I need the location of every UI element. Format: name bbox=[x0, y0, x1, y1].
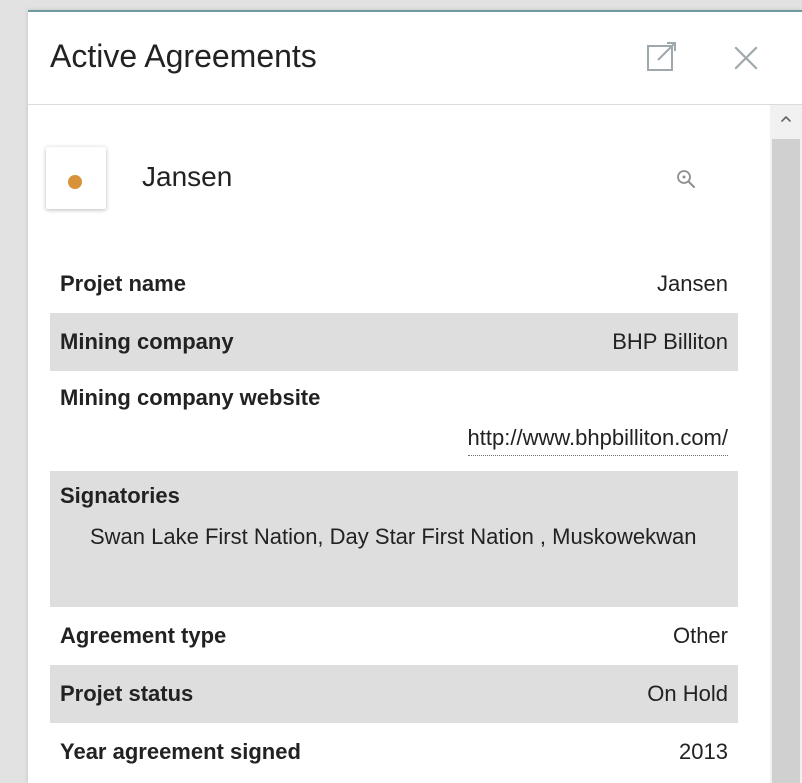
detail-row-year-signed: Year agreement signed 2013 bbox=[50, 723, 738, 781]
project-title: Jansen bbox=[142, 161, 233, 192]
detail-value: Jansen bbox=[657, 271, 728, 296]
detail-label: Projet status bbox=[60, 681, 194, 706]
close-button[interactable] bbox=[724, 36, 768, 80]
detail-value: Other bbox=[672, 623, 728, 648]
panel-content: Jansen Projet name Jansen Mining company… bbox=[28, 105, 770, 783]
detail-row-agreement-type: Agreement type Other bbox=[50, 607, 738, 665]
website-link[interactable]: http://www.bhpbilliton.com/ bbox=[467, 425, 728, 456]
detail-label: Signatories bbox=[60, 483, 180, 508]
signatories-list: Swan Lake First Nation, Day Star First N… bbox=[90, 524, 697, 549]
detail-label: Year agreement signed bbox=[60, 739, 301, 764]
agreement-details: Projet name Jansen Mining company BHP Bi… bbox=[50, 255, 738, 781]
detail-row-signatories: Signatories Swan Lake First Nation, Day … bbox=[50, 471, 738, 607]
vertical-scrollbar[interactable] bbox=[770, 105, 802, 783]
detail-value: 2013 bbox=[679, 739, 728, 764]
close-icon bbox=[734, 46, 758, 70]
detail-label: Mining company bbox=[60, 329, 234, 354]
chevron-up-icon[interactable] bbox=[780, 113, 792, 125]
detail-label: Mining company website bbox=[60, 385, 321, 410]
scrollbar-thumb[interactable] bbox=[772, 139, 800, 783]
expand-icon bbox=[647, 42, 676, 71]
detail-value: BHP Billiton bbox=[612, 329, 728, 354]
project-marker-card bbox=[46, 147, 106, 209]
detail-label: Projet name bbox=[60, 271, 186, 296]
detail-value: On Hold bbox=[647, 681, 728, 706]
detail-row-project-name: Projet name Jansen bbox=[50, 255, 738, 313]
zoom-to-project-button[interactable] bbox=[674, 167, 698, 191]
detail-row-mining-company: Mining company BHP Billiton bbox=[50, 313, 738, 371]
detail-label: Agreement type bbox=[60, 623, 227, 648]
detail-row-website: Mining company website http://www.bhpbil… bbox=[50, 371, 738, 471]
active-agreements-panel: Active Agreements Jansen Projet name Jan… bbox=[28, 10, 802, 783]
panel-title: Active Agreements bbox=[50, 38, 317, 74]
project-marker-dot bbox=[68, 175, 82, 189]
expand-button[interactable] bbox=[640, 36, 684, 80]
panel-header: Active Agreements bbox=[28, 12, 802, 105]
zoom-in-icon bbox=[677, 170, 695, 188]
detail-row-project-status: Projet status On Hold bbox=[50, 665, 738, 723]
